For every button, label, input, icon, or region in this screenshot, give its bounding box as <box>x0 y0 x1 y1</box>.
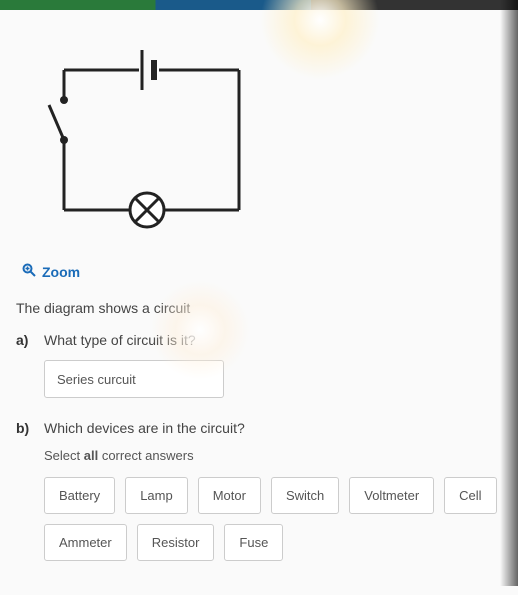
diagram-prompt: The diagram shows a circuit <box>16 300 502 316</box>
option-switch[interactable]: Switch <box>271 477 339 514</box>
option-cell[interactable]: Cell <box>444 477 496 514</box>
circuit-type-input[interactable] <box>44 360 224 398</box>
option-fuse[interactable]: Fuse <box>224 524 283 561</box>
qa-label: a) <box>16 332 34 348</box>
circuit-diagram <box>44 30 502 235</box>
cell-icon <box>142 50 154 90</box>
device-options: Battery Lamp Motor Switch Voltmeter Cell… <box>44 477 502 561</box>
zoom-button[interactable]: Zoom <box>22 263 80 280</box>
qa-text: What type of circuit is it? <box>44 332 196 348</box>
option-ammeter[interactable]: Ammeter <box>44 524 127 561</box>
option-motor[interactable]: Motor <box>198 477 261 514</box>
top-bar <box>0 0 518 10</box>
zoom-label: Zoom <box>42 264 80 280</box>
question-b: b) Which devices are in the circuit? Sel… <box>16 420 502 561</box>
switch-icon <box>49 96 68 144</box>
qb-label: b) <box>16 420 34 436</box>
option-battery[interactable]: Battery <box>44 477 115 514</box>
option-resistor[interactable]: Resistor <box>137 524 215 561</box>
qb-text: Which devices are in the circuit? <box>44 420 245 436</box>
option-voltmeter[interactable]: Voltmeter <box>349 477 434 514</box>
option-lamp[interactable]: Lamp <box>125 477 188 514</box>
qb-instruction: Select all correct answers <box>44 448 502 463</box>
circuit-svg <box>44 30 254 230</box>
question-content: Zoom The diagram shows a circuit a) What… <box>0 10 518 595</box>
lamp-icon <box>130 193 164 227</box>
question-a: a) What type of circuit is it? <box>16 332 502 398</box>
zoom-icon <box>22 263 36 280</box>
photo-edge-shadow <box>500 0 518 586</box>
